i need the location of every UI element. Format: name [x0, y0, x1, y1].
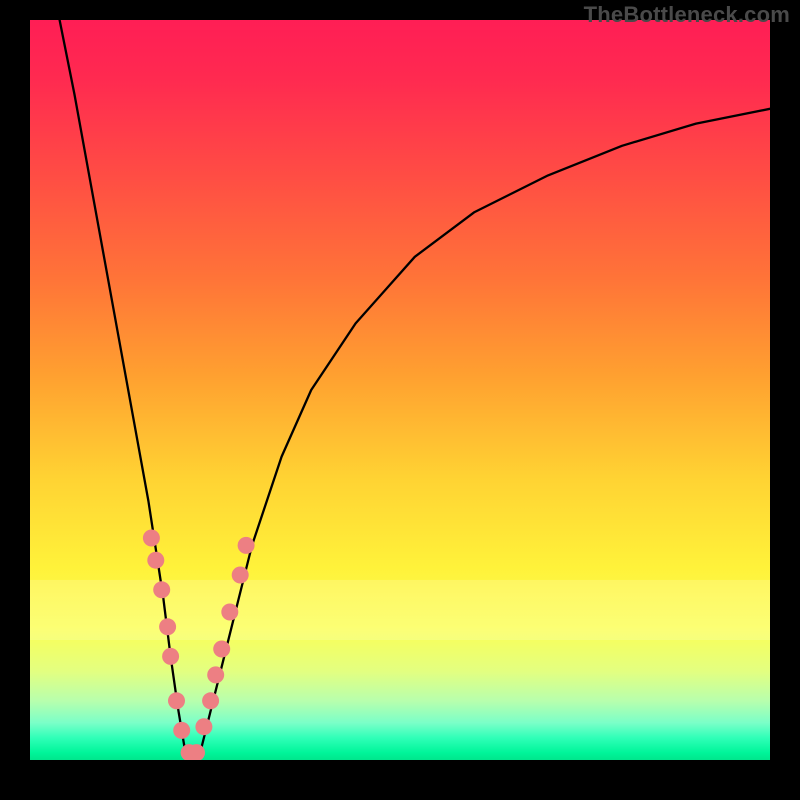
- background-gradient: [30, 20, 770, 760]
- watermark-text: TheBottleneck.com: [584, 2, 790, 28]
- plot-area: [30, 20, 770, 760]
